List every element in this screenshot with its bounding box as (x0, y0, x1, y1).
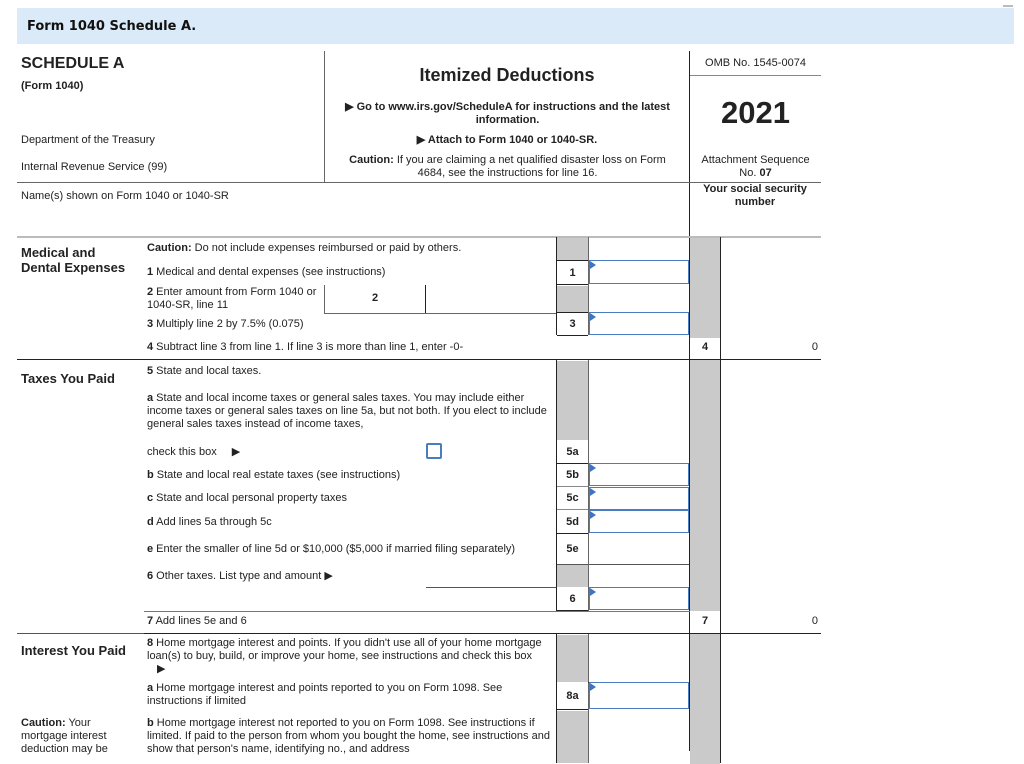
caution-text: If you are claiming a net qualified disa… (393, 154, 666, 179)
page-title-bar: Form 1040 Schedule A. (17, 8, 1014, 44)
line-2-label: 2 Enter amount from Form 1040 or 1040-SR… (147, 286, 317, 311)
line-2-input[interactable] (426, 285, 556, 313)
line-8b-label: b Home mortgage interest not reported to… (147, 717, 550, 755)
arrow-right-icon: ▶ (157, 663, 166, 675)
line-number-box: 5d (557, 509, 588, 534)
line-number-box: 2 (371, 292, 379, 304)
attach-instructions: ▶ Attach to Form 1040 or 1040-SR. (325, 134, 689, 147)
line-5d-input[interactable] (589, 510, 689, 533)
page-title: Form 1040 Schedule A. (27, 19, 197, 34)
line-5b-label: b State and local real estate taxes (see… (147, 469, 401, 481)
line-number-box: 5a (557, 440, 588, 464)
line-5d-label: d Add lines 5a through 5c (147, 516, 272, 528)
irs-label: Internal Revenue Service (99) (21, 161, 168, 173)
divider (690, 75, 821, 76)
line-number-box: 7 (701, 615, 709, 627)
line-5a-label: a State and local income taxes or genera… (147, 392, 547, 430)
attachment-number: No. 07 (739, 167, 772, 179)
line-number-box: 4 (701, 341, 709, 353)
line-3-input[interactable] (589, 312, 689, 335)
shaded-cell (557, 286, 588, 313)
section-heading-taxes: Taxes You Paid (21, 371, 115, 386)
divider (720, 237, 721, 763)
caution-label: Caution: (349, 154, 394, 166)
section-heading-interest: Interest You Paid (21, 643, 126, 658)
goto-instructions: ▶ Go to www.irs.gov/ScheduleA for instru… (335, 101, 680, 127)
divider (17, 633, 144, 634)
line-8a-label: a Home mortgage interest and points repo… (147, 682, 503, 707)
line-number-box: 8a (557, 682, 588, 710)
line-number-box: 3 (557, 312, 588, 336)
attachment-sequence: Attachment Sequence No. 07 (690, 154, 821, 180)
schedule-label: SCHEDULE A (21, 55, 125, 72)
line-number-box: 5e (557, 533, 588, 565)
attachment-sequence-label: Attachment Sequence (701, 154, 810, 166)
line-8-label: 8 Home mortgage interest and points. If … (147, 637, 542, 675)
shaded-cell (690, 360, 720, 611)
shaded-cell (557, 361, 588, 440)
name-label: Name(s) shown on Form 1040 or 1040-SR (21, 190, 229, 202)
section-heading-medical: Medical and Dental Expenses (21, 245, 126, 275)
line-7-label: 7 Add lines 5e and 6 (147, 615, 247, 627)
scrollbar-indicator[interactable] (1003, 5, 1013, 7)
line-6-type-input[interactable] (426, 572, 556, 586)
line-5e-label: e Enter the smaller of line 5d or $10,00… (147, 543, 516, 555)
shaded-cell (557, 635, 588, 682)
line-number-box: 6 (557, 587, 588, 611)
omb-number: OMB No. 1545-0074 (705, 57, 806, 69)
shaded-cell (690, 238, 720, 338)
sales-tax-checkbox[interactable] (426, 443, 442, 459)
department-label: Department of the Treasury (21, 134, 155, 146)
tax-year: 2021 (721, 95, 790, 130)
divider (324, 313, 556, 314)
line-number-box: 1 (557, 260, 588, 285)
header-caution: Caution: If you are claiming a net quali… (335, 154, 680, 180)
divider (144, 611, 690, 612)
line-number-box: 5b (557, 463, 588, 487)
line-6-input[interactable] (589, 587, 689, 610)
divider (588, 360, 589, 612)
goto-text: Go to www.irs.gov/ScheduleA for instruct… (356, 101, 670, 126)
divider (144, 633, 821, 634)
shaded-cell (557, 711, 588, 763)
line-3-label: 3 Multiply line 2 by 7.5% (0.075) (147, 318, 304, 330)
line-5e-input[interactable] (589, 534, 689, 564)
line-7-value: 0 (811, 615, 818, 627)
attach-text: Attach to Form 1040 or 1040-SR. (427, 134, 598, 146)
line-1-input[interactable] (589, 260, 689, 284)
arrow-right-icon: ▶ (231, 446, 241, 458)
line-5c-input[interactable] (589, 487, 689, 510)
interest-caution: Caution: Your mortgage interest deductio… (21, 717, 108, 755)
shaded-cell (690, 634, 720, 764)
name-field[interactable] (21, 206, 681, 232)
shaded-cell (557, 238, 588, 260)
line-5-label: 5 State and local taxes. (147, 365, 262, 377)
line-1-label: 1 Medical and dental expenses (see instr… (147, 266, 386, 278)
arrow-right-icon: ▶ (324, 570, 333, 582)
divider (426, 587, 556, 588)
line-number-box: 5c (557, 486, 588, 510)
shaded-cell (557, 565, 588, 587)
line-4-label: 4 Subtract line 3 from line 1. If line 3… (147, 341, 464, 353)
ssn-label: Your social security number (703, 183, 807, 208)
main-title: Itemized Deductions (419, 65, 595, 85)
ssn-field[interactable] (695, 210, 815, 232)
line-5c-label: c State and local personal property taxe… (147, 492, 347, 504)
arrow-right-icon: ▶ (416, 134, 426, 146)
line-8a-input[interactable] (589, 682, 689, 709)
line-5b-input[interactable] (589, 463, 689, 486)
line-5a-check-label: check this box ▶ (147, 446, 241, 458)
medical-caution: Caution: Do not include expenses reimbur… (147, 242, 462, 254)
divider (17, 359, 821, 360)
divider (589, 564, 689, 565)
line-6-label: 6 Other taxes. List type and amount ▶ (147, 570, 333, 582)
arrow-right-icon: ▶ (345, 101, 354, 113)
line-4-value: 0 (811, 341, 818, 353)
form-label: (Form 1040) (21, 80, 84, 92)
